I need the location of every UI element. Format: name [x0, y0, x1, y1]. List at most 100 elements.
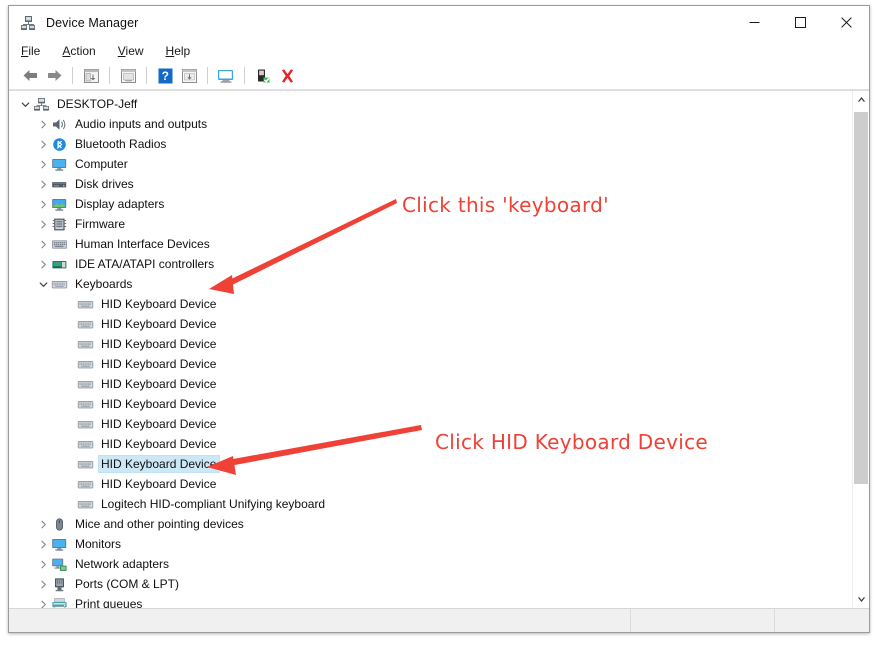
keyboard-icon: [77, 436, 94, 452]
tree-item[interactable]: Logitech HID-compliant Unifying keyboard: [9, 494, 852, 514]
tree-item-label: Bluetooth Radios: [75, 137, 167, 151]
separator-3: [146, 67, 147, 84]
chevron-right-icon[interactable]: [35, 136, 51, 152]
tree-item[interactable]: Audio inputs and outputs: [9, 114, 852, 134]
tree-item[interactable]: Firmware: [9, 214, 852, 234]
scan-hardware-changes-button[interactable]: [214, 64, 238, 88]
separator-2: [109, 67, 110, 84]
tree-item[interactable]: IDE ATA/ATAPI controllers: [9, 254, 852, 274]
ide-controller-icon: [51, 256, 68, 272]
tree-item[interactable]: HID Keyboard Device: [9, 314, 852, 334]
tree-item[interactable]: HID Keyboard Device: [9, 294, 852, 314]
chevron-right-icon[interactable]: [35, 176, 51, 192]
menu-action[interactable]: Action: [62, 42, 105, 60]
tree-item[interactable]: Mice and other pointing devices: [9, 514, 852, 534]
menu-help[interactable]: Help: [166, 42, 201, 60]
menu-view[interactable]: View: [118, 42, 154, 60]
window-controls: [731, 6, 869, 39]
tree-item[interactable]: HID Keyboard Device: [9, 374, 852, 394]
chevron-right-icon[interactable]: [35, 236, 51, 252]
device-tree[interactable]: DESKTOP-Jeff Audio inputs and outputs Blue…: [9, 91, 852, 608]
menu-help-accesskey: H: [165, 43, 175, 58]
tree-item-label: HID Keyboard Device: [101, 357, 217, 371]
update-driver-button[interactable]: [177, 64, 201, 88]
keyboard-icon: [51, 276, 68, 292]
tree-item[interactable]: HID Keyboard Device: [9, 334, 852, 354]
status-segment-2: [631, 609, 775, 632]
display-adapter-icon: [51, 196, 68, 212]
chevron-right-icon[interactable]: [35, 556, 51, 572]
tree-item[interactable]: Human Interface Devices: [9, 234, 852, 254]
show-hide-console-tree-button[interactable]: [79, 64, 103, 88]
tree-item[interactable]: Bluetooth Radios: [9, 134, 852, 154]
menu-action-label: ction: [70, 43, 96, 58]
tree-item[interactable]: HID Keyboard Device: [9, 474, 852, 494]
hid-icon: [51, 236, 68, 252]
tree-item[interactable]: HID Keyboard Device: [9, 434, 852, 454]
uninstall-device-button[interactable]: [275, 64, 299, 88]
keyboard-icon: [77, 356, 94, 372]
tree-item-label: Logitech HID-compliant Unifying keyboard: [101, 497, 326, 511]
tree-item-label: Network adapters: [75, 557, 170, 571]
chevron-down-icon[interactable]: [17, 96, 33, 112]
tree-item-label: Monitors: [75, 537, 122, 551]
tree-item[interactable]: HID Keyboard Device: [9, 454, 852, 474]
maximize-button[interactable]: [777, 6, 823, 39]
keyboard-icon: [77, 316, 94, 332]
properties-button[interactable]: [116, 64, 140, 88]
tree-item[interactable]: HID Keyboard Device: [9, 394, 852, 414]
monitor-icon: [51, 536, 68, 552]
port-icon: [51, 576, 68, 592]
title-bar[interactable]: Device Manager: [9, 6, 869, 39]
vertical-scrollbar[interactable]: [852, 91, 869, 608]
chevron-down-icon[interactable]: [35, 276, 51, 292]
chevron-right-icon[interactable]: [35, 576, 51, 592]
tree-item-label: HID Keyboard Device: [101, 397, 217, 411]
tree-item[interactable]: HID Keyboard Device: [9, 414, 852, 434]
help-button[interactable]: ?: [153, 64, 177, 88]
device-manager-window: Device Manager File Action View Help ? D…: [8, 5, 870, 633]
tree-item[interactable]: HID Keyboard Device: [9, 354, 852, 374]
close-button[interactable]: [823, 6, 869, 39]
status-segment-main: [9, 609, 631, 632]
tree-item[interactable]: Print queues: [9, 594, 852, 608]
menu-file[interactable]: File: [21, 42, 50, 60]
chevron-right-icon[interactable]: [35, 596, 51, 608]
tree-item-label: HID Keyboard Device: [101, 477, 217, 491]
annotation-click-hid: Click HID Keyboard Device: [435, 430, 708, 454]
menu-view-label: iew: [125, 43, 144, 58]
tree-item[interactable]: Ports (COM & LPT): [9, 574, 852, 594]
enable-device-button[interactable]: [251, 64, 275, 88]
chevron-right-icon[interactable]: [35, 216, 51, 232]
tree-item[interactable]: Keyboards: [9, 274, 852, 294]
scrollbar-track[interactable]: [853, 108, 869, 591]
scroll-up-icon[interactable]: [853, 91, 869, 108]
menu-file-label: ile: [28, 43, 41, 58]
chevron-right-icon[interactable]: [35, 536, 51, 552]
chevron-right-icon[interactable]: [35, 196, 51, 212]
tree-item[interactable]: DESKTOP-Jeff: [9, 94, 852, 114]
chevron-right-icon[interactable]: [35, 516, 51, 532]
back-button[interactable]: [18, 64, 42, 88]
tree-item[interactable]: Disk drives: [9, 174, 852, 194]
tree-item-label: HID Keyboard Device: [101, 437, 217, 451]
forward-button[interactable]: [42, 64, 66, 88]
tree-item[interactable]: Computer: [9, 154, 852, 174]
chevron-right-icon[interactable]: [35, 156, 51, 172]
keyboard-icon: [77, 376, 94, 392]
chevron-right-icon[interactable]: [35, 116, 51, 132]
keyboard-icon: [77, 396, 94, 412]
minimize-button[interactable]: [731, 6, 777, 39]
firmware-chip-icon: [51, 216, 68, 232]
tree-item-label: Human Interface Devices: [75, 237, 210, 251]
device-manager-icon: [19, 14, 37, 32]
scrollbar-thumb[interactable]: [854, 112, 868, 484]
tree-item-label: Mice and other pointing devices: [75, 517, 244, 531]
tree-item[interactable]: Network adapters: [9, 554, 852, 574]
chevron-right-icon[interactable]: [35, 256, 51, 272]
tree-item[interactable]: Monitors: [9, 534, 852, 554]
keyboard-icon: [77, 496, 94, 512]
scroll-down-icon[interactable]: [853, 591, 869, 608]
tree-item-label: HID Keyboard Device: [101, 317, 217, 331]
svg-text:?: ?: [161, 69, 168, 83]
